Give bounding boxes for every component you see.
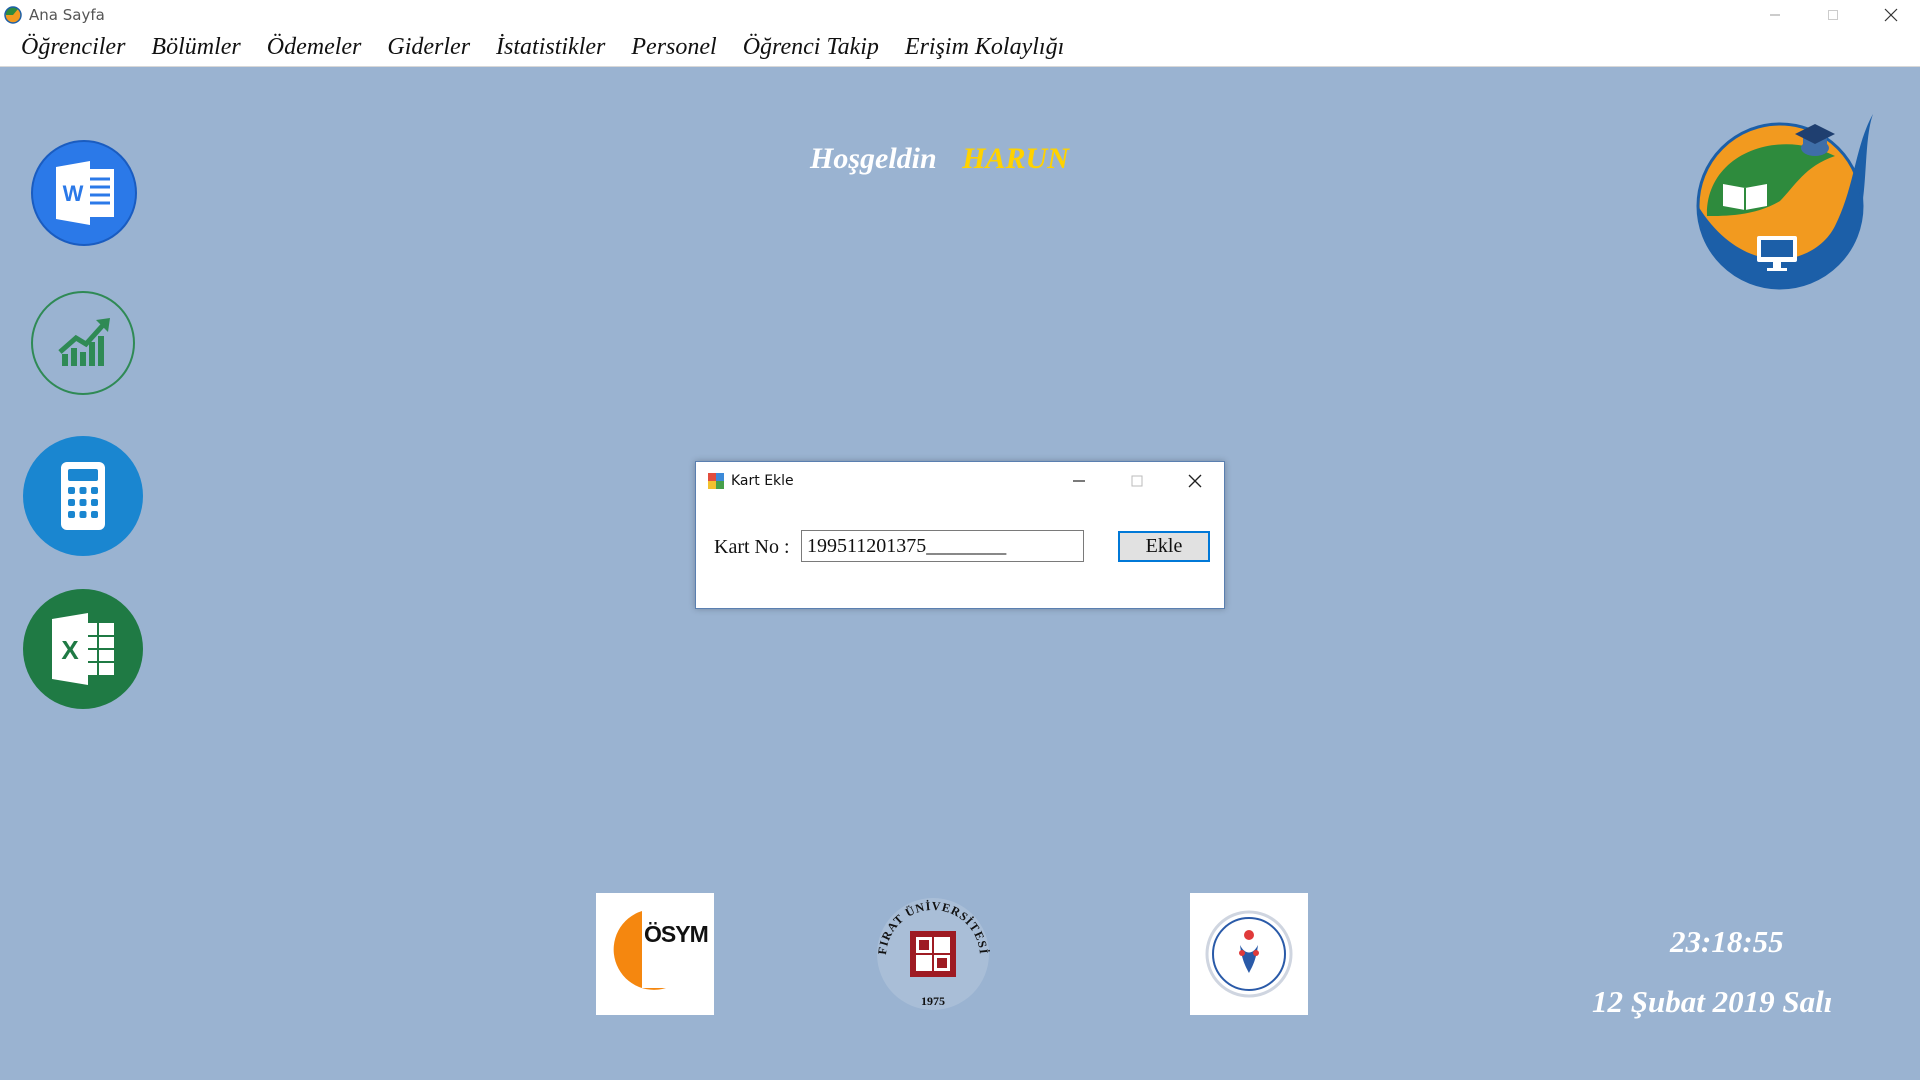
menu-item-personel[interactable]: Personel <box>618 34 729 61</box>
welcome-greeting: Hoşgeldin <box>810 142 937 175</box>
add-button[interactable]: Ekle <box>1118 531 1210 562</box>
dialog-minimize-button[interactable] <box>1050 462 1108 500</box>
menu-item-bolumler[interactable]: Bölümler <box>138 34 253 61</box>
menu-item-giderler[interactable]: Giderler <box>374 34 483 61</box>
firat-university-logo: FIRAT ÜNİVERSİTESİ 1975 <box>872 893 994 1015</box>
menu-item-ogrenci-takip[interactable]: Öğrenci Takip <box>730 34 892 61</box>
minimize-button[interactable] <box>1746 0 1804 29</box>
menu-item-odemeler[interactable]: Ödemeler <box>254 34 375 61</box>
menu-bar: Öğrenciler Bölümler Ödemeler Giderler İs… <box>0 29 1920 67</box>
dialog-body: Kart No : 199511201375________ Ekle <box>696 500 1224 608</box>
dialog-close-button[interactable] <box>1166 462 1224 500</box>
calculator-icon[interactable] <box>22 434 144 558</box>
osym-logo: ÖSYM <box>596 893 714 1015</box>
maximize-icon <box>1828 9 1838 20</box>
maximize-button[interactable] <box>1804 0 1862 29</box>
ministry-logo <box>1190 893 1308 1015</box>
clock-date: 12 Şubat 2019 Salı <box>1592 984 1833 1019</box>
card-number-label: Kart No : <box>714 536 790 558</box>
window-title: Ana Sayfa <box>29 5 105 24</box>
kart-ekle-dialog: Kart Ekle Kart No : 199511201375________… <box>695 461 1225 609</box>
svg-text:W: W <box>63 181 84 206</box>
welcome-message: Hoşgeldin HARUN <box>810 142 1069 176</box>
maximize-icon <box>1131 475 1143 487</box>
excel-icon[interactable]: X <box>22 587 144 711</box>
clock-time: 23:18:55 <box>1670 924 1784 959</box>
minimize-icon <box>1770 14 1780 15</box>
menu-item-istatistikler[interactable]: İstatistikler <box>483 34 618 61</box>
welcome-username: HARUN <box>962 142 1069 175</box>
svg-text:X: X <box>61 635 79 665</box>
menu-item-erisim-kolayligi[interactable]: Erişim Kolaylığı <box>892 34 1077 61</box>
app-logo <box>1696 114 1873 290</box>
window-titlebar: Ana Sayfa <box>0 0 1920 29</box>
minimize-icon <box>1073 480 1085 482</box>
university-year-text: 1975 <box>921 994 945 1008</box>
card-number-input[interactable]: 199511201375________ <box>801 530 1084 562</box>
dialog-title: Kart Ekle <box>731 473 794 489</box>
chart-growth-icon[interactable] <box>30 290 136 396</box>
app-icon <box>4 5 22 24</box>
dialog-app-icon <box>708 473 724 489</box>
dialog-maximize-button[interactable] <box>1108 462 1166 500</box>
word-icon[interactable]: W <box>28 137 140 249</box>
dialog-titlebar: Kart Ekle <box>696 462 1224 500</box>
osym-logo-text: ÖSYM <box>644 921 709 947</box>
close-button[interactable] <box>1862 0 1920 29</box>
menu-item-ogrenciler[interactable]: Öğrenciler <box>8 34 138 61</box>
close-icon <box>1884 8 1898 21</box>
close-icon <box>1188 474 1202 488</box>
